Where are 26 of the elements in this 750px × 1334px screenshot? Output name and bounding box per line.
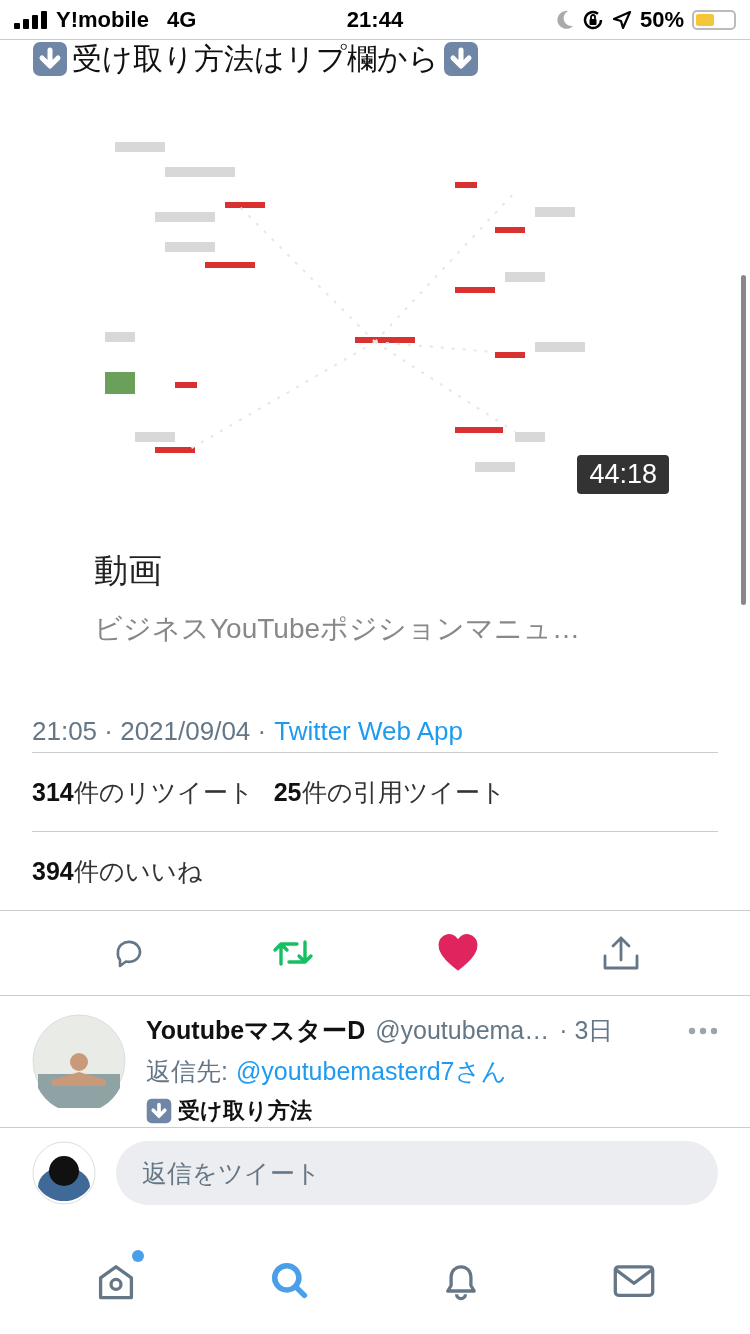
user-handle: @youtubema…	[375, 1016, 550, 1045]
tweet-text: 受け取り方法はリプ欄から	[72, 40, 439, 77]
media-subtitle: ビジネスYouTubeポジションマニュ…	[94, 612, 582, 646]
battery-icon	[692, 9, 736, 30]
signal-icon	[14, 10, 48, 29]
stat-link[interactable]: 314件のリツイート	[32, 775, 254, 809]
reply-age: · 3日	[559, 1015, 614, 1046]
reply-text: 受け取り方法	[178, 1097, 312, 1125]
media-title: 動画	[94, 550, 163, 591]
avatar[interactable]	[32, 1141, 96, 1205]
rotation-lock-icon	[581, 8, 604, 31]
clock-time: 21:44	[346, 6, 404, 33]
reply-to-label: 返信先:	[146, 1056, 228, 1087]
user-name[interactable]: YoutubeマスターD	[146, 1014, 366, 1047]
heart-icon[interactable]	[437, 934, 478, 972]
stat-link[interactable]: 25件の引用ツイート	[273, 775, 506, 809]
reply-field[interactable]: 返信をツイート	[116, 1141, 718, 1205]
video-duration: 44:18	[577, 455, 669, 494]
network-type: 4G	[166, 6, 197, 33]
tweet-timestamp: 21:05 · 2021/09/04 ·	[32, 715, 267, 747]
carrier-name: Y!mobile	[56, 6, 149, 33]
more-icon[interactable]	[688, 1026, 718, 1035]
likes-link[interactable]: 394件のいいね	[32, 854, 203, 888]
moon-icon	[555, 9, 574, 30]
location-icon	[611, 9, 632, 30]
battery-percent: 50%	[639, 6, 684, 33]
